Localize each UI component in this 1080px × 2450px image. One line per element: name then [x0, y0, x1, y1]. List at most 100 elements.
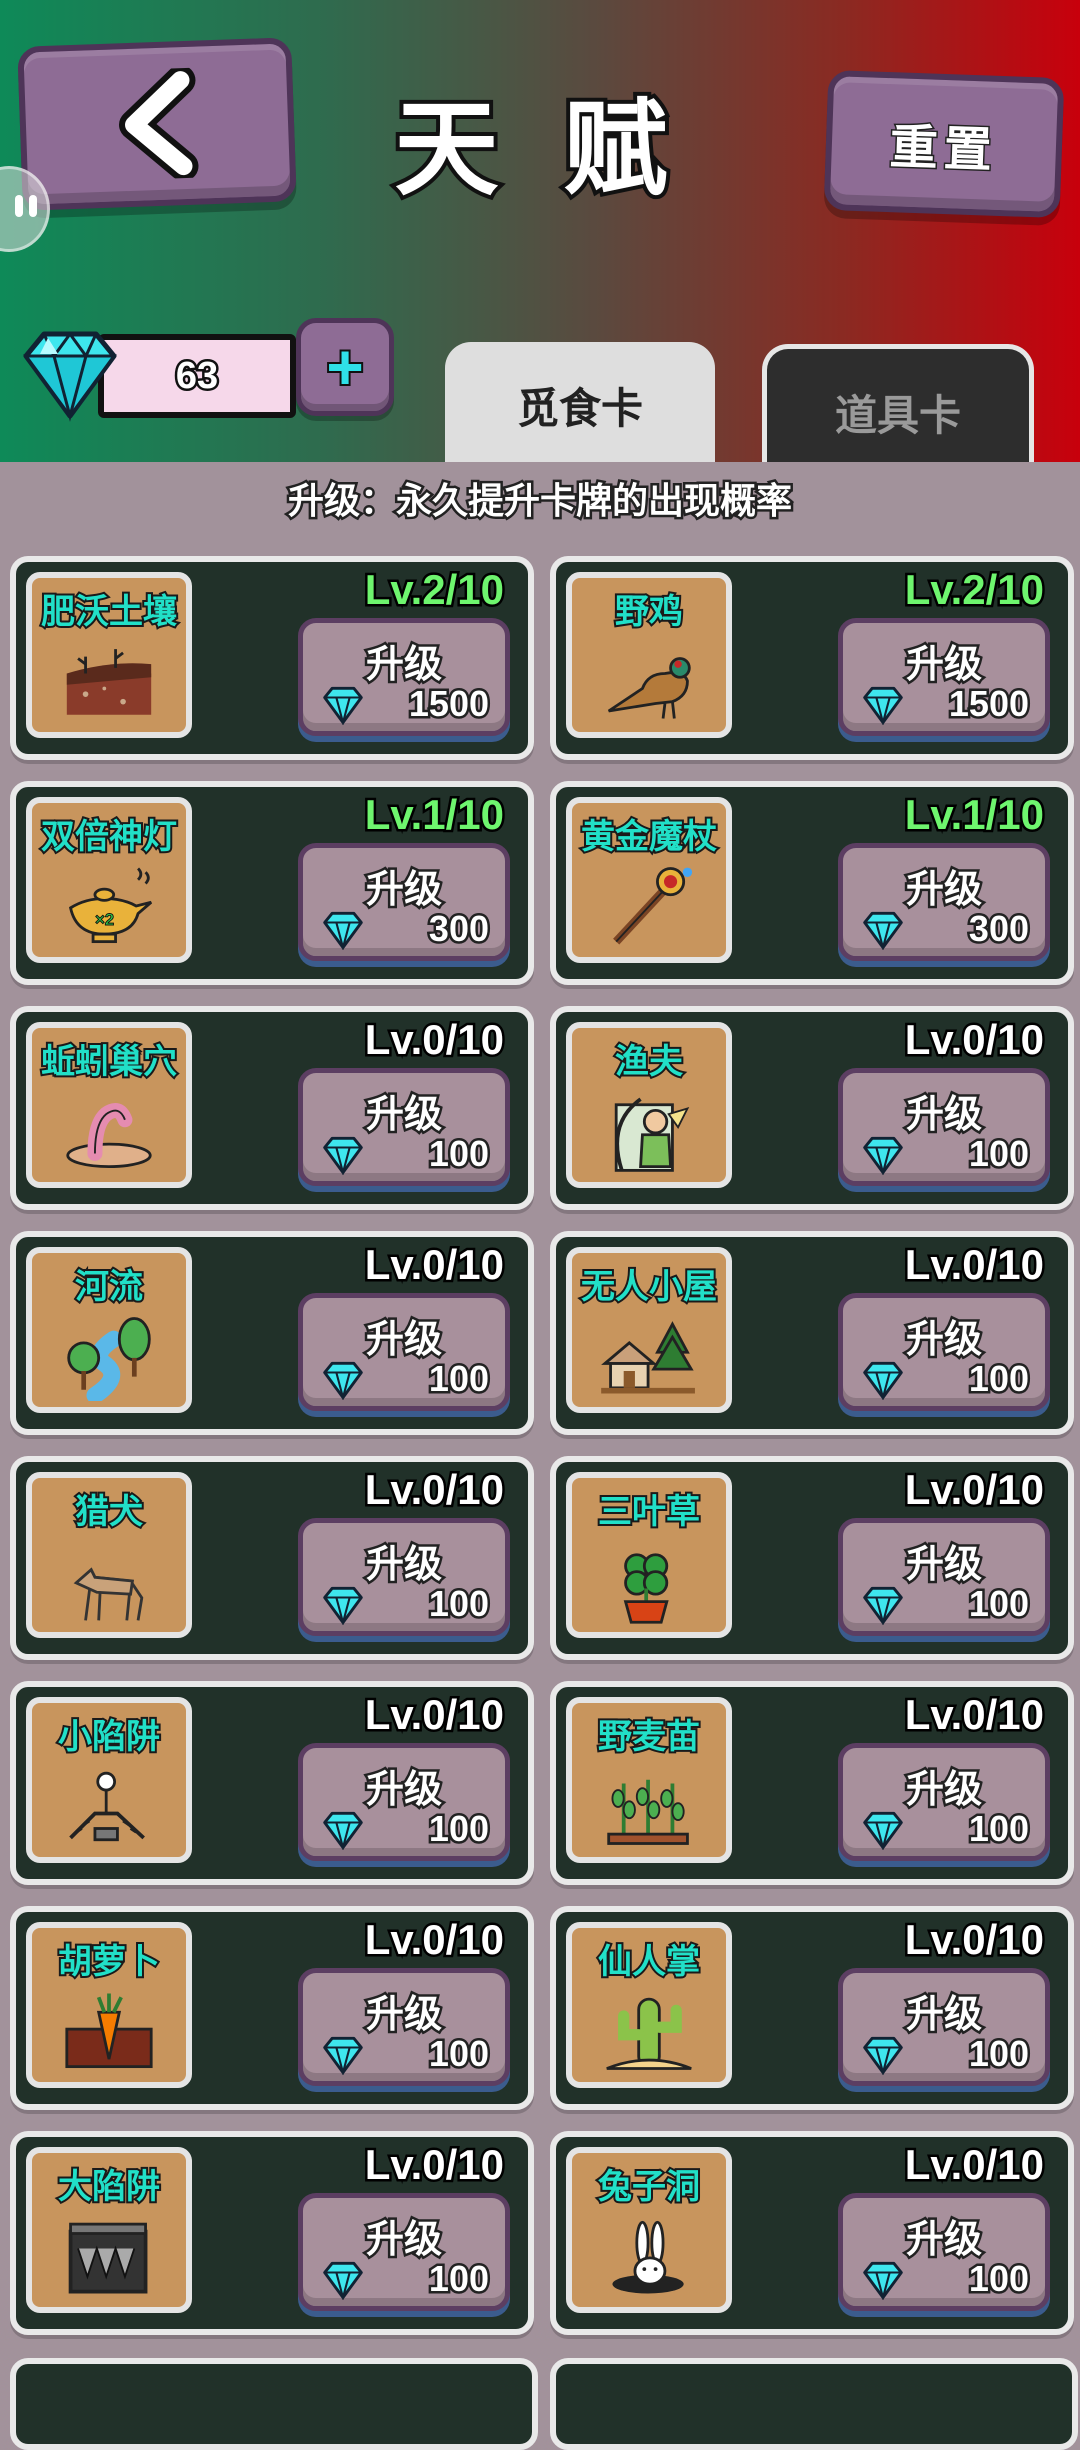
cost-value: 100 [966, 2031, 1031, 2077]
upgrade-label: 升级 [903, 1092, 984, 1139]
diamond-icon [863, 1136, 903, 1175]
upgrade-cost: 100 [321, 1131, 501, 1177]
subtitle: 升级：永久提升卡牌的出现概率 [285, 478, 794, 524]
talent-level: Lv.1/10 [902, 789, 1046, 841]
talent-level: Lv.0/10 [902, 1914, 1046, 1966]
rabbit-hole-icon [612, 2220, 684, 2294]
upgrade-label: 升级 [903, 642, 984, 689]
upgrade-cost: 100 [861, 1356, 1041, 1402]
talent-icon-box: 黄金魔杖 [566, 797, 732, 963]
upgrade-button[interactable]: 升级 100 [298, 1518, 510, 1636]
upgrade-cost: 100 [321, 1581, 501, 1627]
talent-name: 渔夫 [613, 1041, 685, 1083]
cost-value: 100 [966, 1806, 1031, 1852]
upgrade-cost: 100 [861, 2031, 1041, 2077]
talent-level: Lv.0/10 [362, 1464, 506, 1516]
talent-card: 野麦苗 Lv.0/10 升级 100 [550, 1681, 1074, 1885]
cost-value: 1500 [406, 681, 491, 727]
talent-level: Lv.1/10 [362, 789, 506, 841]
talent-icon-box: 胡萝卜 [26, 1922, 192, 2088]
diamond-icon [323, 2261, 363, 2300]
upgrade-button[interactable]: 升级 100 [838, 1068, 1050, 1186]
upgrade-button[interactable]: 升级 100 [298, 1293, 510, 1411]
upgrade-cost: 100 [861, 1581, 1041, 1627]
diamond-icon [863, 1361, 903, 1400]
upgrade-label: 升级 [903, 1992, 984, 2039]
talent-name: 野麦苗 [596, 1716, 702, 1758]
upgrade-label: 升级 [903, 2217, 984, 2264]
upgrade-button[interactable]: 升级 100 [298, 1968, 510, 2086]
upgrade-button[interactable]: 升级 100 [838, 2193, 1050, 2311]
upgrade-button[interactable]: 升级 1500 [298, 618, 510, 736]
talent-icon-box: 三叶草 [566, 1472, 732, 1638]
header: 天 赋 重置 63 + 觅食卡 道具卡 [0, 0, 1080, 462]
upgrade-cost: 1500 [861, 681, 1041, 727]
cost-value: 300 [966, 906, 1031, 952]
talent-level: Lv.0/10 [902, 1464, 1046, 1516]
upgrade-button[interactable]: 升级 100 [838, 1518, 1050, 1636]
diamond-icon [863, 2261, 903, 2300]
talent-icon-box: 双倍神灯 ×2 [26, 797, 192, 963]
tab-item-cards[interactable]: 道具卡 [762, 344, 1034, 462]
wheat-sprout-icon [607, 1779, 689, 1845]
gem-balance: 63 [98, 334, 296, 418]
reset-button-label: 重置 [887, 120, 1000, 180]
worm-nest-icon [66, 1103, 152, 1169]
upgrade-button[interactable]: 升级 100 [298, 1068, 510, 1186]
magic-lamp-icon: ×2 [68, 867, 153, 944]
cost-value: 100 [426, 1131, 491, 1177]
upgrade-cost: 100 [861, 1131, 1041, 1177]
talent-icon-box: 兔子洞 [566, 2147, 732, 2313]
cost-value: 100 [426, 1581, 491, 1627]
upgrade-label: 升级 [363, 1542, 444, 1589]
upgrade-button[interactable]: 升级 300 [298, 843, 510, 961]
cost-value: 100 [966, 1581, 1031, 1627]
card-peek-right [550, 2358, 1078, 2450]
talent-name: 双倍神灯 [39, 816, 179, 858]
talent-icon-box: 河流 [26, 1247, 192, 1413]
talent-icon-box: 渔夫 [566, 1022, 732, 1188]
upgrade-button[interactable]: 升级 100 [838, 1968, 1050, 2086]
svg-text:×2: ×2 [95, 910, 114, 929]
upgrade-cost: 300 [861, 906, 1041, 952]
talent-level: Lv.0/10 [902, 1014, 1046, 1066]
diamond-icon [323, 911, 363, 950]
upgrade-button[interactable]: 升级 300 [838, 843, 1050, 961]
cost-value: 300 [426, 906, 491, 952]
upgrade-button[interactable]: 升级 1500 [838, 618, 1050, 736]
diamond-icon [323, 1361, 363, 1400]
talent-level: Lv.0/10 [362, 1914, 506, 1966]
talent-name: 三叶草 [596, 1491, 702, 1533]
diamond-icon [23, 331, 117, 422]
talent-name: 无人小屋 [579, 1266, 719, 1308]
upgrade-button[interactable]: 升级 100 [838, 1293, 1050, 1411]
diamond-icon [323, 1811, 363, 1850]
diamond-icon [323, 2036, 363, 2075]
hound-icon [73, 1567, 144, 1621]
talent-level: Lv.0/10 [902, 1239, 1046, 1291]
upgrade-button[interactable]: 升级 100 [298, 2193, 510, 2311]
upgrade-cost: 100 [321, 1806, 501, 1852]
cactus-icon [606, 1997, 692, 2070]
talent-name: 野鸡 [613, 591, 685, 633]
upgrade-cost: 100 [321, 2031, 501, 2077]
upgrade-label: 升级 [363, 1317, 444, 1364]
diamond-icon [863, 2036, 903, 2075]
reset-button[interactable]: 重置 [823, 69, 1065, 219]
upgrade-button[interactable]: 升级 100 [298, 1743, 510, 1861]
fisherman-icon [614, 1097, 690, 1172]
upgrade-cost: 100 [861, 2256, 1041, 2302]
talent-level: Lv.0/10 [902, 2139, 1046, 2191]
add-gems-button[interactable]: + [296, 318, 394, 416]
upgrade-button[interactable]: 升级 100 [838, 1743, 1050, 1861]
talent-card: 野鸡 Lv.2/10 升级 1500 [550, 556, 1074, 760]
cost-value: 100 [426, 1806, 491, 1852]
talent-name: 猎犬 [73, 1491, 145, 1533]
cabin-icon [601, 1321, 695, 1394]
upgrade-cost: 100 [861, 1806, 1041, 1852]
tab-forage-cards[interactable]: 觅食卡 [445, 342, 715, 462]
talent-icon-box: 仙人掌 [566, 1922, 732, 2088]
soil-icon [66, 649, 152, 715]
carrot-icon [65, 1993, 153, 2069]
talent-level: Lv.2/10 [902, 564, 1046, 616]
